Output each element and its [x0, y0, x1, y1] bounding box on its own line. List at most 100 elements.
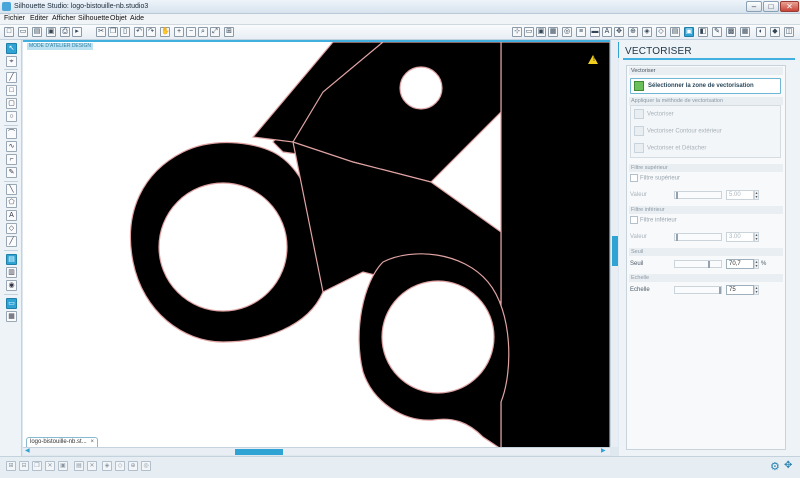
threshold-spinner[interactable]: ▴ ▾	[754, 259, 759, 269]
arc-tool-icon[interactable]: ⌐	[6, 154, 17, 165]
delete-icon[interactable]: ✕	[45, 461, 55, 471]
low-pass-filter-checkbox[interactable]: Filtre inférieur	[630, 216, 677, 224]
weld-icon[interactable]: ⊕	[128, 461, 138, 471]
scroll-right-arrow-icon[interactable]: ▶	[601, 448, 606, 454]
library-view-icon[interactable]: ▦	[740, 27, 750, 37]
fit-page-icon[interactable]: ⊞	[224, 27, 234, 37]
save-icon[interactable]: ▣	[46, 27, 56, 37]
scale-value-input[interactable]: 75	[726, 285, 754, 295]
new-document-icon[interactable]: □	[4, 27, 14, 37]
text-style-icon[interactable]: A	[602, 27, 612, 37]
scroll-left-arrow-icon[interactable]: ◀	[25, 448, 30, 454]
trace-outer-edge-button[interactable]: Vectoriser Contour extérieur	[634, 126, 722, 136]
release-compound-icon[interactable]: ◇	[115, 461, 125, 471]
offset-icon[interactable]: ◎	[562, 27, 572, 37]
design-store-icon[interactable]: ▩	[726, 27, 736, 37]
trace-icon[interactable]: ▣	[684, 27, 694, 37]
high-pass-spinner[interactable]: ▴ ▾	[754, 190, 759, 200]
page-view-icon[interactable]: ▭	[6, 298, 17, 309]
line-tool-icon[interactable]: ╱	[6, 72, 17, 83]
maximize-button[interactable]: □	[763, 1, 779, 12]
zoom-out-icon[interactable]: −	[186, 27, 196, 37]
polygon-tool-icon[interactable]: ⌒	[6, 128, 17, 139]
knife-tool-icon[interactable]: ╱	[6, 236, 17, 247]
undo-icon[interactable]: ↶	[134, 27, 144, 37]
line-style-icon[interactable]: ≡	[576, 27, 586, 37]
zoom-in-icon[interactable]: +	[174, 27, 184, 37]
send-icon[interactable]: ◐	[756, 27, 766, 37]
duplicate-icon[interactable]: ❐	[32, 461, 42, 471]
horizontal-scrollbar[interactable]: ◀ ▶	[23, 447, 610, 455]
cut-icon[interactable]: ✂	[96, 27, 106, 37]
redo-icon[interactable]: ↷	[146, 27, 156, 37]
knife-icon[interactable]: ◇	[656, 27, 666, 37]
deselect-icon[interactable]: ⊟	[19, 461, 29, 471]
cut-settings-icon[interactable]: ▦	[548, 27, 558, 37]
registration-icon[interactable]: ▣	[536, 27, 546, 37]
library-panel-icon[interactable]: ▥	[6, 267, 17, 278]
high-pass-filter-checkbox[interactable]: Filtre supérieur	[630, 174, 680, 182]
select-tool-icon[interactable]: ↖	[6, 43, 17, 54]
fill-icon[interactable]: ▬	[590, 27, 600, 37]
traced-image[interactable]	[23, 42, 610, 447]
horizontal-scroll-thumb[interactable]	[235, 449, 283, 455]
group-icon[interactable]: ▤	[74, 461, 84, 471]
select-all-icon[interactable]: ⊞	[6, 461, 16, 471]
scale-slider-knob[interactable]	[719, 287, 721, 294]
threshold-value-input[interactable]: 70,7	[726, 259, 754, 269]
smooth-freehand-tool-icon[interactable]: ╲	[6, 184, 17, 195]
scale-spinner[interactable]: ▴ ▾	[754, 285, 759, 295]
menu-afficher[interactable]: Afficher	[52, 15, 76, 22]
select-trace-area-button[interactable]: Sélectionner la zone de vectorisation	[630, 78, 781, 94]
freehand-tool-icon[interactable]: ✎	[6, 167, 17, 178]
vertical-scroll-thumb[interactable]	[612, 236, 618, 266]
sketch-icon[interactable]: ✎	[712, 27, 722, 37]
high-pass-slider-knob[interactable]	[676, 192, 678, 199]
offset-bottom-icon[interactable]: ◎	[141, 461, 151, 471]
point-edit-tool-icon[interactable]: ⌖	[6, 56, 17, 67]
menu-silhouette[interactable]: Silhouette	[78, 15, 109, 22]
paste-icon[interactable]: ▯	[120, 27, 130, 37]
high-pass-value-input[interactable]: 5.00	[726, 190, 754, 200]
copy-icon[interactable]: ❐	[108, 27, 118, 37]
threshold-slider[interactable]	[674, 260, 722, 268]
menu-objet[interactable]: Objet	[110, 15, 127, 22]
low-pass-checkbox-box[interactable]	[630, 216, 638, 224]
shape-tool-icon[interactable]: ⬠	[6, 197, 17, 208]
document-tab[interactable]: logo-bistouille-nb.st... ×	[26, 437, 98, 447]
pan-icon[interactable]: ✋	[160, 27, 170, 37]
print-icon[interactable]: ⎙	[60, 27, 70, 37]
vertical-scrollbar[interactable]	[610, 40, 618, 447]
grid-icon[interactable]: ⊹	[512, 27, 522, 37]
zoom-select-icon[interactable]: ⌕	[198, 27, 208, 37]
library-icon[interactable]: ▤	[32, 27, 42, 37]
draw-panel-icon[interactable]: ▤	[6, 254, 17, 265]
zoom-drag-icon[interactable]: ⤢	[210, 27, 220, 37]
make-compound-icon[interactable]: ◈	[102, 461, 112, 471]
rectangle-tool-icon[interactable]: □	[6, 85, 17, 96]
settings-toolbar-icon[interactable]: ◫	[784, 27, 794, 37]
trace-button[interactable]: Vectoriser	[634, 109, 674, 119]
move-arrows-icon[interactable]: ✥	[784, 460, 792, 471]
low-pass-value-input[interactable]: 3.00	[726, 232, 754, 242]
cutter-icon[interactable]: ◆	[770, 27, 780, 37]
threshold-slider-knob[interactable]	[708, 261, 710, 268]
modify-icon[interactable]: ◈	[642, 27, 652, 37]
text-tool-icon[interactable]: A	[6, 210, 17, 221]
page-setup-icon[interactable]: ▭	[524, 27, 534, 37]
low-pass-slider[interactable]	[674, 233, 722, 241]
ellipse-tool-icon[interactable]: ○	[6, 111, 17, 122]
layout-view-icon[interactable]: ▦	[6, 311, 17, 322]
trace-detach-button[interactable]: Vectoriser et Détacher	[634, 143, 706, 153]
eraser-tool-icon[interactable]: ◇	[6, 223, 17, 234]
transform-icon[interactable]: ✥	[614, 27, 624, 37]
minimize-button[interactable]: –	[746, 1, 762, 12]
scale-slider[interactable]	[674, 286, 722, 294]
curve-tool-icon[interactable]: ∿	[6, 141, 17, 152]
move-to-back-icon[interactable]: ▣	[58, 461, 68, 471]
high-pass-checkbox-box[interactable]	[630, 174, 638, 182]
high-pass-slider[interactable]	[674, 191, 722, 199]
menu-editer[interactable]: Editer	[30, 15, 48, 22]
open-file-icon[interactable]: ▭	[18, 27, 28, 37]
rounded-rectangle-tool-icon[interactable]: ▢	[6, 98, 17, 109]
